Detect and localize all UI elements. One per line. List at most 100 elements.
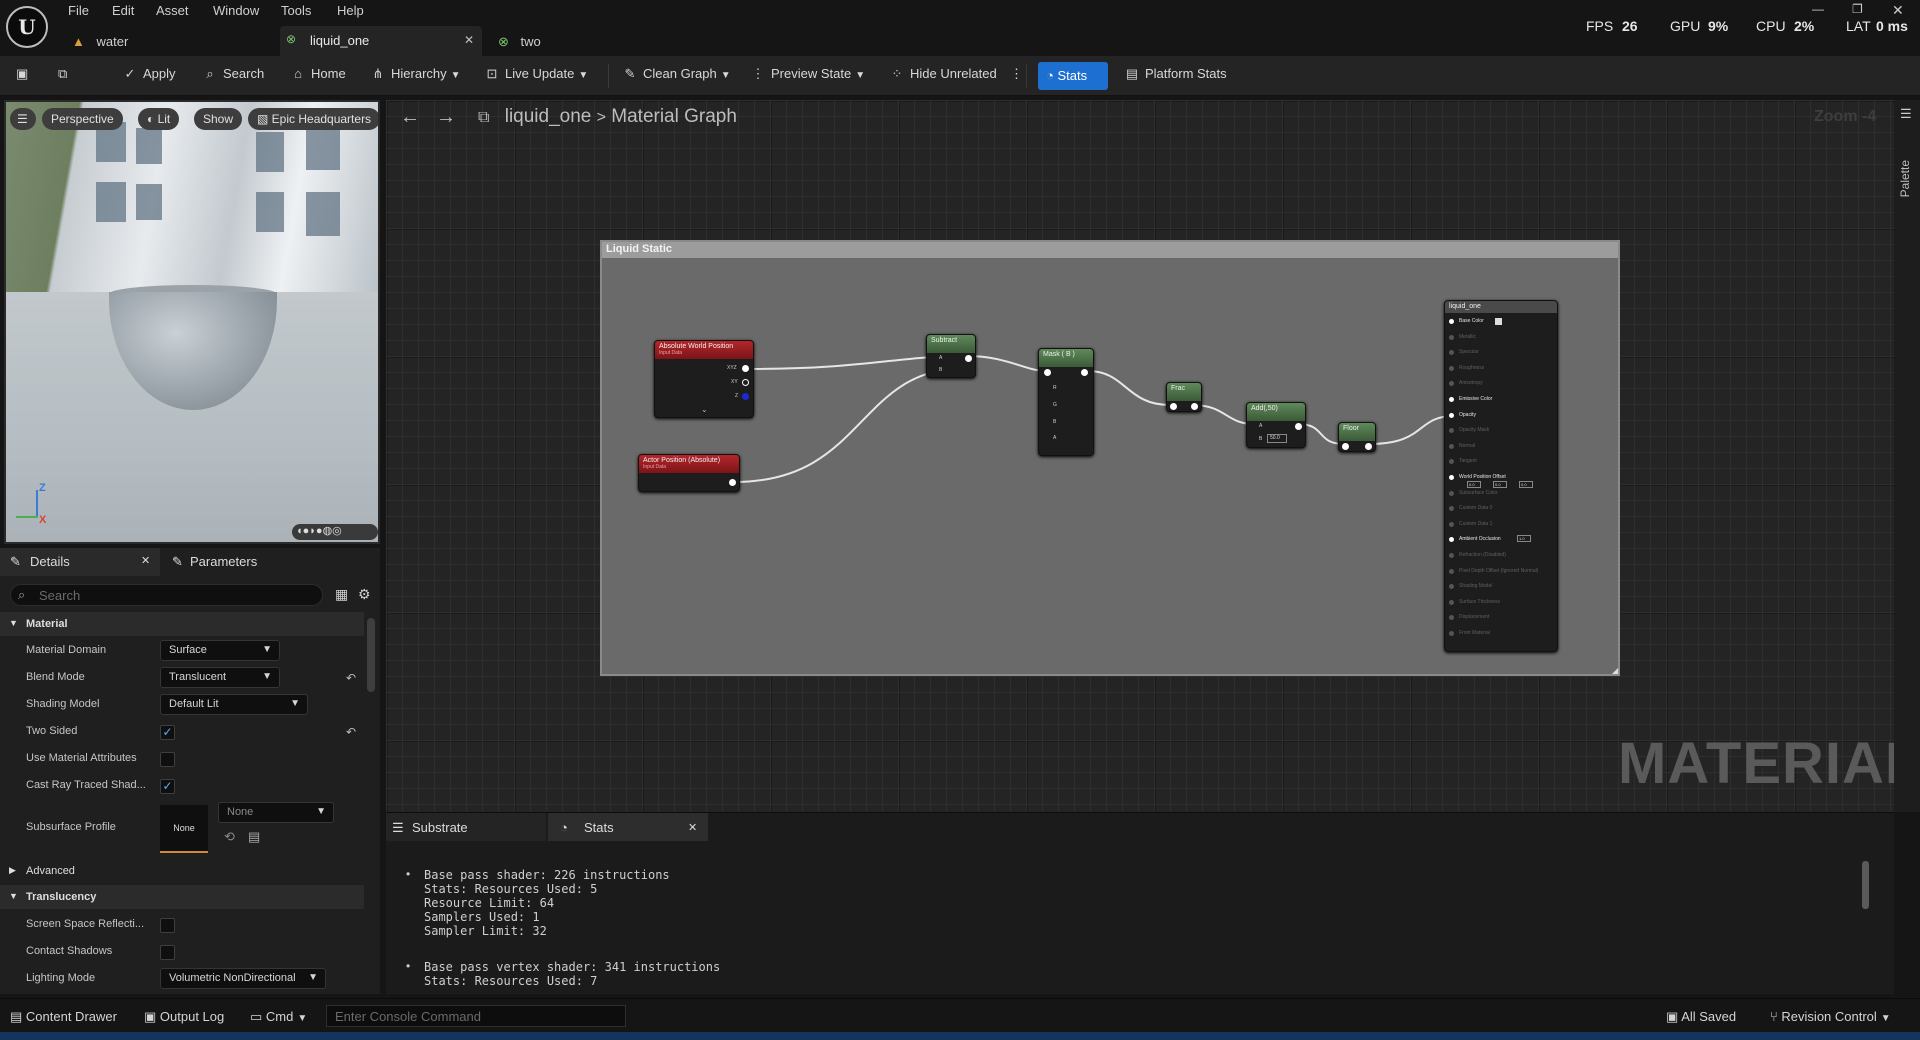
live-update-button[interactable]: ⊡ Live Update ▼ — [484, 66, 589, 82]
tab-details[interactable]: ✎ Details ✕ — [0, 548, 160, 576]
material-domain-dropdown[interactable]: Surface ▼ — [160, 640, 280, 661]
category-translucency[interactable]: ▼ Translucency — [0, 885, 364, 909]
node-absolute-world-position[interactable]: Absolute World Position Input Data XYZ XY… — [654, 340, 754, 418]
node-floor[interactable]: Floor — [1338, 422, 1376, 452]
input-pin[interactable] — [1449, 459, 1454, 465]
input-pin[interactable] — [1449, 475, 1454, 480]
node-subtract[interactable]: Subtract A B — [926, 334, 976, 378]
base-color-swatch[interactable] — [1495, 318, 1502, 325]
use-selected-icon[interactable]: ⟲ — [224, 829, 235, 845]
hierarchy-button[interactable]: ⋔ Hierarchy ▼ — [370, 66, 461, 82]
blend-mode-dropdown[interactable]: Translucent ▼ — [160, 667, 280, 688]
ambient-occlusion-input[interactable]: 1.0 — [1517, 535, 1531, 543]
menu-asset[interactable]: Asset — [156, 3, 189, 18]
wpo-z-input[interactable]: 0.0 — [1519, 481, 1533, 488]
node-material-result[interactable]: liquid_one Base Color Metallic Specular Rou… — [1444, 300, 1558, 652]
input-pin[interactable] — [1449, 397, 1454, 402]
input-pin[interactable] — [1449, 615, 1454, 621]
stats-button[interactable]: ◔ Stats — [1038, 62, 1108, 90]
input-pin[interactable] — [1170, 403, 1177, 410]
use-material-attributes-checkbox[interactable] — [160, 752, 175, 767]
tab-water[interactable]: ▲ water — [72, 28, 128, 56]
tab-stats[interactable]: ◔ Stats ✕ — [548, 813, 708, 841]
output-pin[interactable] — [1365, 443, 1372, 450]
material-graph-canvas[interactable]: ← → ⧉ liquid_one > Material Graph Zoom -… — [386, 100, 1894, 812]
viewport-menu-icon[interactable]: ☰ — [10, 108, 36, 130]
output-pin[interactable] — [742, 393, 749, 400]
tab-substrate[interactable]: ☰ Substrate — [386, 813, 546, 841]
shading-model-dropdown[interactable]: Default Lit ▼ — [160, 694, 308, 715]
revision-control-button[interactable]: ⑂ Revision Control ▼ — [1770, 1009, 1891, 1024]
all-saved-button[interactable]: ▣ All Saved — [1666, 1009, 1736, 1025]
node-actor-position[interactable]: Actor Position (Absolute) Input Data — [638, 454, 740, 492]
contact-shadows-checkbox[interactable] — [160, 945, 175, 960]
category-material[interactable]: ▼ Material — [0, 612, 364, 636]
subsurface-thumbnail[interactable]: None — [160, 805, 208, 853]
output-pin[interactable] — [1081, 369, 1088, 376]
unreal-logo-icon[interactable]: U — [6, 6, 48, 48]
close-window-icon[interactable]: ✕ — [1892, 2, 1904, 19]
input-pin[interactable] — [1449, 631, 1454, 636]
tab-liquid-one[interactable]: ⊗ liquid_one ✕ — [280, 26, 482, 56]
lighting-mode-dropdown[interactable]: Volumetric NonDirectional ▼ — [160, 968, 326, 989]
input-pin[interactable] — [1449, 584, 1454, 590]
screen-space-reflections-checkbox[interactable] — [160, 918, 175, 933]
output-pin[interactable] — [729, 479, 736, 486]
add-b-value-input[interactable]: 50.0 — [1267, 434, 1287, 443]
node-mask[interactable]: Mask ( B ) R G B A — [1038, 348, 1094, 456]
cast-ray-traced-shadows-checkbox[interactable]: ✓ — [160, 779, 175, 794]
show-button[interactable]: Show — [194, 108, 243, 130]
preview-viewport[interactable]: ☰ Perspective ◐ Lit Show ▧ Epic Headquar… — [4, 100, 380, 544]
preview-mesh-selector[interactable]: ◖●◗●◍◎ — [292, 524, 378, 540]
perspective-button[interactable]: Perspective — [42, 108, 123, 130]
input-pin[interactable] — [1449, 443, 1454, 449]
output-pin[interactable] — [742, 379, 749, 386]
close-icon[interactable]: ✕ — [464, 33, 474, 47]
wpo-y-input[interactable]: 0.0 — [1493, 481, 1507, 488]
details-scrollbar[interactable] — [367, 618, 375, 692]
input-pin[interactable] — [1449, 490, 1454, 496]
minimize-icon[interactable]: — — [1812, 2, 1824, 16]
node-add[interactable]: Add(,50) A B 50.0 — [1246, 402, 1306, 448]
cmd-button[interactable]: ▭ Cmd ▼ — [250, 1009, 307, 1025]
input-pin[interactable] — [1449, 412, 1454, 418]
input-pin[interactable] — [1449, 568, 1454, 574]
output-pin[interactable] — [1295, 423, 1302, 430]
menu-file[interactable]: File — [68, 3, 89, 18]
content-drawer-button[interactable]: ▤ Content Drawer — [10, 1009, 117, 1025]
reset-to-default-icon[interactable]: ↶ — [346, 725, 356, 739]
menu-edit[interactable]: Edit — [112, 3, 134, 18]
chevron-down-icon[interactable]: ⌄ — [701, 405, 708, 414]
input-pin[interactable] — [1449, 319, 1454, 324]
tab-parameters[interactable]: ✎ Parameters — [162, 548, 312, 576]
palette-menu-icon[interactable]: ☰ — [1900, 106, 1912, 122]
menu-tools[interactable]: Tools — [281, 3, 311, 18]
menu-help[interactable]: Help — [337, 3, 364, 18]
hide-unrelated-button[interactable]: ⁘ Hide Unrelated — [889, 66, 997, 82]
close-icon[interactable]: ✕ — [688, 821, 697, 834]
close-icon[interactable]: ✕ — [141, 554, 150, 567]
input-pin[interactable] — [1449, 521, 1454, 527]
output-pin[interactable] — [965, 355, 972, 362]
browse-folder-icon[interactable]: ▤ — [248, 829, 260, 845]
restore-icon[interactable]: ❐ — [1852, 2, 1863, 16]
scene-button[interactable]: ▧ Epic Headquarters — [248, 108, 378, 130]
subsurface-profile-dropdown[interactable]: None ▼ — [218, 802, 334, 823]
input-pin[interactable] — [1449, 428, 1454, 434]
gear-icon[interactable]: ⚙ — [358, 586, 371, 603]
input-pin[interactable] — [1449, 350, 1454, 356]
node-frac[interactable]: Frac — [1166, 382, 1202, 412]
palette-tab[interactable]: Palette — [1898, 160, 1912, 197]
category-advanced[interactable]: ▶ Advanced — [0, 859, 364, 883]
input-pin[interactable] — [1449, 365, 1454, 371]
output-log-button[interactable]: ▣ Output Log — [144, 1009, 224, 1025]
menu-window[interactable]: Window — [213, 3, 259, 18]
input-pin[interactable] — [1449, 537, 1454, 543]
browse-icon[interactable]: ⧉ — [58, 66, 67, 82]
input-pin[interactable] — [1044, 369, 1051, 376]
platform-stats-button[interactable]: ▤ Platform Stats — [1124, 66, 1227, 82]
save-icon[interactable]: ▣ — [16, 66, 28, 82]
details-search-input[interactable]: Search — [10, 584, 323, 606]
input-pin[interactable] — [1449, 553, 1454, 558]
two-sided-checkbox[interactable]: ✓ — [160, 725, 175, 740]
